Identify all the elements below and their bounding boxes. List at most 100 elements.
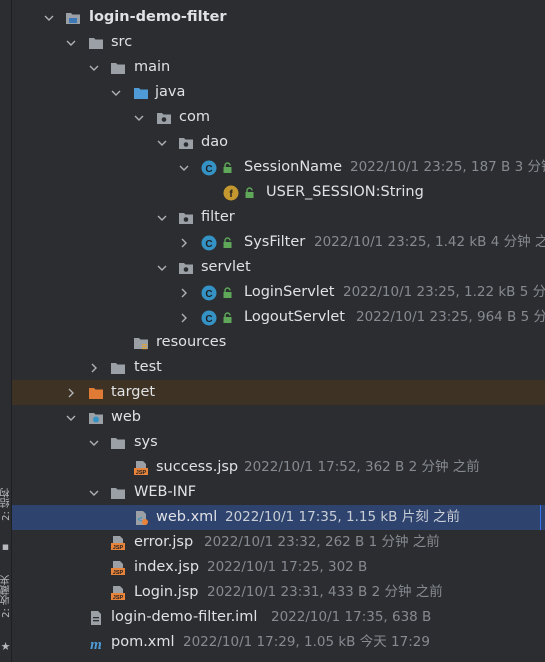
tree-item-label: login-demo-filter: [89, 9, 227, 25]
chevron-down-icon[interactable]: [178, 155, 190, 180]
file-meta: 2022/10/1 23:25, 187 B 3 分钟: [350, 159, 545, 175]
structure-tab[interactable]: 2: 结构: [0, 488, 12, 521]
tree-item-label: servlet: [201, 259, 251, 275]
chevron-right-icon[interactable]: [88, 355, 100, 380]
chevron-right-icon[interactable]: [65, 380, 77, 405]
class-icon: C: [201, 310, 217, 326]
tree-row-main[interactable]: main: [12, 55, 545, 80]
tree-item-label: sys: [134, 434, 158, 450]
tree-item-label: dao: [201, 134, 228, 150]
tree-item-label: LoginServlet: [244, 284, 335, 300]
web-folder-icon: [89, 413, 103, 424]
package-icon: [179, 213, 193, 224]
svg-text:JSP: JSP: [113, 545, 124, 551]
chevron-down-icon[interactable]: [65, 405, 77, 430]
chevron-right-icon[interactable]: [178, 230, 190, 255]
tree-item-label: SysFilter: [244, 234, 306, 250]
class-icon: C: [201, 235, 217, 251]
tree-item-label: WEB-INF: [134, 484, 197, 500]
tree-item-label: filter: [201, 209, 235, 225]
file-meta: 2022/10/1 17:25, 302 B: [207, 559, 368, 575]
folder-icon: [111, 63, 125, 74]
tree-row-login-jsp[interactable]: JSP Login.jsp 2022/10/1 23:31, 433 B 2 分…: [12, 580, 545, 605]
tree-item-label: error.jsp: [134, 534, 194, 550]
package-icon: [157, 113, 171, 124]
chevron-right-icon[interactable]: [178, 305, 190, 330]
tree-item-label: success.jsp: [156, 459, 239, 475]
class-icon: C: [201, 285, 217, 301]
tree-row-error-jsp[interactable]: JSP error.jsp 2022/10/1 23:32, 262 B 1 分…: [12, 530, 545, 555]
resources-folder-icon: [134, 338, 148, 350]
svg-text:JSP: JSP: [113, 595, 124, 601]
tree-row-login-servlet[interactable]: C LoginServlet 2022/10/1 23:25, 1.22 kB …: [12, 280, 545, 305]
file-meta: 2022/10/1 23:25, 1.42 kB 4 分钟 之前: [314, 234, 545, 250]
tree-row-user-session[interactable]: f USER_SESSION:String: [12, 180, 545, 205]
lock-icon: [245, 187, 254, 198]
chevron-down-icon[interactable]: [88, 55, 100, 80]
tree-item-label: web.xml: [156, 509, 218, 525]
tree-row-resources[interactable]: resources: [12, 330, 545, 355]
lock-icon: [223, 162, 232, 173]
svg-text:C: C: [205, 239, 212, 250]
svg-text:JSP: JSP: [136, 470, 147, 476]
tree-item-label: USER_SESSION:String: [266, 184, 424, 200]
chevron-down-icon[interactable]: [156, 205, 168, 230]
star-icon[interactable]: ★: [0, 640, 11, 653]
svg-text:m: m: [90, 637, 102, 651]
tree-row-filter[interactable]: filter: [12, 205, 545, 230]
chevron-right-icon[interactable]: [178, 280, 190, 305]
chevron-down-icon[interactable]: [88, 430, 100, 455]
tree-item-label: web: [111, 409, 141, 425]
left-tool-strip: 2: 结构 ▪ 2: 收藏夹 ★: [0, 0, 12, 662]
tree-row-logout-servlet[interactable]: C LogoutServlet 2022/10/1 23:25, 964 B 5…: [12, 305, 545, 330]
tree-row-com[interactable]: com: [12, 105, 545, 130]
folder-icon: [89, 38, 103, 49]
file-meta: 2022/10/1 17:29, 1.05 kB 今天 17:29: [183, 634, 430, 650]
tree-row-java[interactable]: java: [12, 80, 545, 105]
chevron-down-icon[interactable]: [43, 5, 55, 30]
tree-item-label: Login.jsp: [134, 584, 199, 600]
package-icon: [179, 263, 193, 274]
svg-text:<: <: [138, 515, 143, 524]
chevron-down-icon[interactable]: [156, 130, 168, 155]
svg-text:JSP: JSP: [113, 570, 124, 576]
jsp-file-icon: JSP: [111, 586, 125, 601]
tree-row-iml[interactable]: login-demo-filter.iml 2022/10/1 17:35, 6…: [12, 605, 545, 630]
tree-row-servlet[interactable]: servlet: [12, 255, 545, 280]
tree-item-label: src: [111, 34, 133, 50]
tree-row-dao[interactable]: dao: [12, 130, 545, 155]
package-icon: [179, 138, 193, 149]
chevron-down-icon[interactable]: [88, 480, 100, 505]
field-icon: f: [223, 185, 239, 201]
lock-icon: [223, 237, 232, 248]
folder-icon: [111, 438, 125, 449]
favorites-tab[interactable]: 2: 收藏夹: [0, 575, 12, 618]
chevron-down-icon[interactable]: [156, 255, 168, 280]
structure-icon[interactable]: ▪: [0, 540, 11, 553]
tree-row-success-jsp[interactable]: JSP success.jsp 2022/10/1 17:52, 362 B 2…: [12, 455, 545, 480]
jsp-file-icon: JSP: [111, 561, 125, 576]
tree-item-label: java: [155, 84, 186, 100]
tree-row-sys-filter[interactable]: C SysFilter 2022/10/1 23:25, 1.42 kB 4 分…: [12, 230, 545, 255]
tree-row-target[interactable]: target: [12, 380, 545, 405]
source-folder-icon: [134, 88, 148, 99]
jsp-file-icon: JSP: [134, 461, 148, 476]
file-meta: 2022/10/1 23:25, 964 B 5 分: [356, 309, 545, 325]
chevron-down-icon[interactable]: [110, 80, 122, 105]
tree-row-src[interactable]: src: [12, 30, 545, 55]
file-meta: 2022/10/1 17:52, 362 B 2 分钟 之前: [244, 459, 480, 475]
lock-icon: [223, 287, 232, 298]
tree-row-session-name[interactable]: C SessionName 2022/10/1 23:25, 187 B 3 分…: [12, 155, 545, 180]
class-icon: C: [201, 160, 217, 176]
tree-row-web-xml[interactable]: < web.xml 2022/10/1 17:35, 1.15 kB 片刻 之前: [12, 505, 545, 530]
tree-row-web-inf[interactable]: WEB-INF: [12, 480, 545, 505]
tree-row-pom[interactable]: m pom.xml 2022/10/1 17:29, 1.05 kB 今天 17…: [12, 630, 545, 655]
tree-row-module[interactable]: login-demo-filter: [12, 5, 545, 30]
tree-row-test[interactable]: test: [12, 355, 545, 380]
tree-row-index-jsp[interactable]: JSP index.jsp 2022/10/1 17:25, 302 B: [12, 555, 545, 580]
tree-row-web[interactable]: web: [12, 405, 545, 430]
chevron-down-icon[interactable]: [65, 30, 77, 55]
tree-item-label: main: [134, 59, 171, 75]
tree-row-sys[interactable]: sys: [12, 430, 545, 455]
chevron-down-icon[interactable]: [133, 105, 145, 130]
